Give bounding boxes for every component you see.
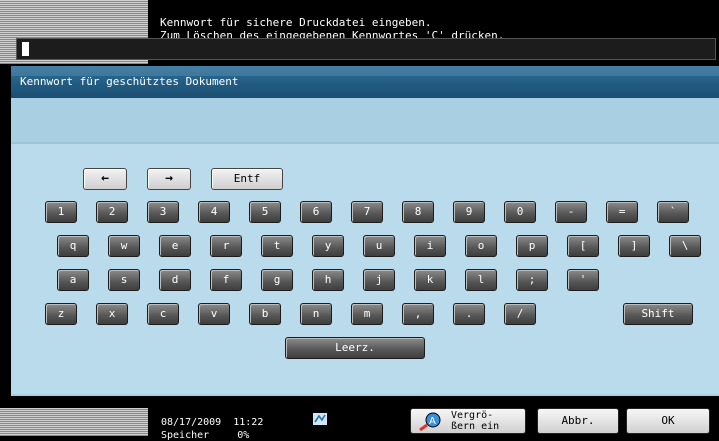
key-1[interactable]: 1: [45, 201, 77, 223]
key-p[interactable]: p: [516, 235, 548, 257]
key-slash[interactable]: /: [504, 303, 536, 325]
key-0[interactable]: 0: [504, 201, 536, 223]
key-left-bracket[interactable]: [: [567, 235, 599, 257]
key-b[interactable]: b: [249, 303, 281, 325]
cursor-right-key[interactable]: →: [147, 168, 191, 190]
key-r[interactable]: r: [210, 235, 242, 257]
key-j[interactable]: j: [363, 269, 395, 291]
password-input[interactable]: [16, 38, 716, 60]
footer-pattern: [0, 408, 148, 436]
key-equals[interactable]: =: [606, 201, 638, 223]
key-z[interactable]: z: [45, 303, 77, 325]
zoom-label-line-2: ßern ein: [451, 421, 500, 432]
magnifier-icon: A: [419, 412, 441, 431]
zoom-label-line-1: Vergrö-: [451, 410, 494, 421]
date: 08/17/2009: [161, 417, 222, 428]
key-m[interactable]: m: [351, 303, 383, 325]
key-apostrophe[interactable]: ': [567, 269, 599, 291]
key-period[interactable]: .: [453, 303, 485, 325]
key-2[interactable]: 2: [96, 201, 128, 223]
key-x[interactable]: x: [96, 303, 128, 325]
key-c[interactable]: c: [147, 303, 179, 325]
key-9[interactable]: 9: [453, 201, 485, 223]
text-cursor: [22, 42, 29, 56]
key-h[interactable]: h: [312, 269, 344, 291]
key-a[interactable]: a: [57, 269, 89, 291]
key-minus[interactable]: -: [555, 201, 587, 223]
arrow-right-icon: →: [165, 171, 173, 186]
space-key[interactable]: Leerz.: [285, 337, 425, 359]
key-t[interactable]: t: [261, 235, 293, 257]
instruction-line-1: Kennwort für sichere Druckdatei eingeben…: [160, 16, 432, 29]
cancel-label: Abbr.: [561, 414, 595, 427]
arrow-left-icon: ←: [101, 171, 109, 186]
key-d[interactable]: d: [159, 269, 191, 291]
key-backtick[interactable]: `: [657, 201, 689, 223]
zoom-in-button[interactable]: A Vergrö- ßern ein: [410, 408, 526, 434]
key-s[interactable]: s: [108, 269, 140, 291]
key-q[interactable]: q: [57, 235, 89, 257]
key-l[interactable]: l: [465, 269, 497, 291]
key-v[interactable]: v: [198, 303, 230, 325]
cursor-left-key[interactable]: ←: [83, 168, 127, 190]
key-o[interactable]: o: [465, 235, 497, 257]
key-5[interactable]: 5: [249, 201, 281, 223]
key-e[interactable]: e: [159, 235, 191, 257]
key-backslash[interactable]: \: [669, 235, 701, 257]
key-right-bracket[interactable]: ]: [618, 235, 650, 257]
svg-text:A: A: [429, 416, 436, 427]
date-time: 08/17/2009 11:22: [161, 417, 263, 428]
cancel-button[interactable]: Abbr.: [537, 408, 619, 434]
key-7[interactable]: 7: [351, 201, 383, 223]
key-y[interactable]: y: [312, 235, 344, 257]
time: 11:22: [233, 417, 264, 428]
key-u[interactable]: u: [363, 235, 395, 257]
key-semicolon[interactable]: ;: [516, 269, 548, 291]
ok-button[interactable]: OK: [626, 408, 710, 434]
key-f[interactable]: f: [210, 269, 242, 291]
delete-key[interactable]: Entf: [211, 168, 283, 190]
key-i[interactable]: i: [414, 235, 446, 257]
shift-key[interactable]: Shift: [623, 303, 693, 325]
key-8[interactable]: 8: [402, 201, 434, 223]
ok-label: OK: [661, 414, 675, 427]
key-w[interactable]: w: [108, 235, 140, 257]
network-icon: [313, 413, 327, 425]
status-bar: 08/17/2009 11:22 Speicher 0% A Vergrö- ß…: [148, 402, 719, 441]
key-6[interactable]: 6: [300, 201, 332, 223]
dialog-title: Kennwort für geschütztes Dokument: [20, 75, 239, 88]
delete-key-label: Entf: [233, 172, 261, 185]
key-k[interactable]: k: [414, 269, 446, 291]
key-comma[interactable]: ,: [402, 303, 434, 325]
key-3[interactable]: 3: [147, 201, 179, 223]
key-n[interactable]: n: [300, 303, 332, 325]
key-g[interactable]: g: [261, 269, 293, 291]
on-screen-keyboard: ← → Entf 1 2 3 4 5 6 7 8 9 0 - = ` q w e…: [11, 142, 719, 394]
dialog-title-bar: Kennwort für geschütztes Dokument: [11, 66, 719, 98]
key-4[interactable]: 4: [198, 201, 230, 223]
